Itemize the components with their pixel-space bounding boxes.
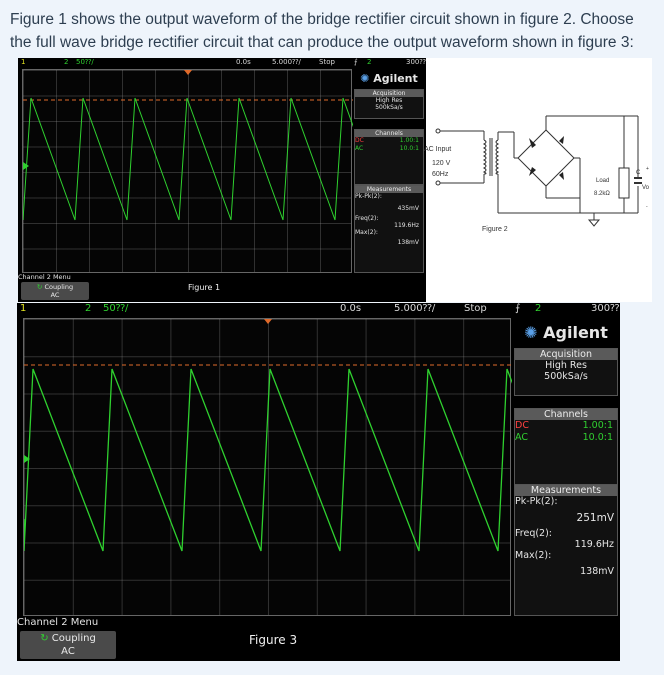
pkpk-label: Pk-Pk(2): [355,193,382,200]
max-label: Max(2): [355,229,378,236]
waveform-grid [23,318,512,616]
acquisition-mode: High Res [375,97,403,104]
waveform-grid [22,69,353,273]
waveform-trace [23,70,353,221]
volts-per-div: 50⁇/ [76,58,94,66]
coupling-value: AC [50,291,60,299]
coupling-label: Coupling [51,633,96,644]
coupling-softkey[interactable]: ↻ Coupling AC [20,631,116,659]
capacitor-label: C [636,170,641,176]
figure-1-caption: Figure 1 [188,283,221,292]
channel-2-indicator: 2 [64,58,69,66]
coupling-dc: DC [355,137,364,144]
oscilloscope-figure-3: 1 2 50⁇/ 0.0s 5.000⁇/ Stop ⨍ 2 300⁇ ✺ Ag… [17,303,620,661]
acquisition-header: Acquisition [515,349,617,360]
coupling-ac: AC [515,432,528,443]
spark-icon: ✺ [360,72,370,85]
rotate-knob-icon: ↻ [36,283,43,291]
time-per-div: 5.000⁇/ [272,58,301,66]
minus-label: - [646,204,648,210]
trigger-level: 300⁇ [591,303,620,314]
oscilloscope-figure-1: 1 2 50⁇/ 0.0s 5.000⁇/ Stop ⨍ 2 300⁇ ✺ Ag… [18,58,426,302]
coupling-value: AC [61,646,75,657]
pkpk-label: Pk-Pk(2): [515,496,558,507]
measurements-header: Measurements [355,186,423,193]
coupling-label: Coupling [44,283,74,291]
run-state: Stop [319,58,335,66]
max-value: 138mV [580,566,614,577]
freq-label: Freq(2): [515,528,553,539]
channels-header: Channels [515,409,617,420]
channel-menu-title: Channel 2 Menu [18,273,118,281]
coupling-dc: DC [515,420,529,431]
time-offset: 0.0s [236,58,251,66]
coupling-ac: AC [355,145,364,152]
measurements-header: Measurements [515,485,617,496]
channel-1-indicator: 1 [20,303,27,314]
trigger-marker-icon [264,319,272,324]
time-offset: 0.0s [340,303,362,314]
spark-icon: ✺ [524,323,538,342]
scope-status-bar: 1 2 50⁇/ 0.0s 5.000⁇/ Stop ⨍ 2 300⁇ [17,303,620,318]
acquisition-box: Acquisition High Res 500kSa/s [514,348,618,396]
sample-rate: 500kSa/s [544,371,588,382]
freq-value: 119.6Hz [394,222,419,229]
run-state: Stop [464,303,487,314]
voltage-label: 120 V [432,160,451,167]
sawtooth-trace [24,368,512,552]
trigger-marker-icon [184,70,192,75]
measurements-box: Measurements Pk-Pk(2): 251mV Freq(2): 11… [514,484,618,616]
pkpk-value: 435mV [397,205,419,212]
max-value: 138mV [397,239,419,246]
figure-2-caption: Figure 2 [482,226,508,233]
rotate-knob-icon: ↻ [40,633,49,644]
time-per-div: 5.000⁇/ [394,303,436,314]
channel-2-indicator: 2 [85,303,92,314]
question-text: Figure 1 shows the output waveform of th… [10,11,634,51]
sample-rate: 500kSa/s [375,104,403,111]
max-label: Max(2): [515,550,552,561]
volts-per-div: 50⁇/ [103,303,129,314]
channels-box: Channels DC 1.00:1 AC 10.0:1 [514,408,618,488]
channel-menu-title: Channel 2 Menu [17,617,167,628]
coupling-softkey[interactable]: ↻ Coupling AC [21,282,89,300]
channel-1-indicator: 1 [21,58,26,66]
trigger-icon: ⨍ [515,303,521,314]
ac-input-label: AC Input [424,146,451,153]
freq-label: Freq(2): [355,215,379,222]
bridge-rectifier-circuit: AC Input 120 V 60Hz Load 8.2kΩ C + Vo - … [424,115,650,233]
figure-3-caption: Figure 3 [249,633,298,647]
trigger-channel: 2 [367,58,372,66]
vo-label: Vo [642,185,650,191]
scope-status-bar: 1 2 50⁇/ 0.0s 5.000⁇/ Stop ⨍ 2 300⁇ [18,58,426,69]
waveform-trace [24,319,512,552]
load-label: Load [596,178,609,184]
probe-ratio-ch2: 10.0:1 [582,432,613,443]
scope-side-panel: ✺ Agilent Acquisition High Res 500kSa/s … [514,318,618,616]
trigger-icon: ⨍ [354,58,358,66]
freq-value: 119.6Hz [574,539,614,550]
plus-label: + [646,166,649,172]
channels-header: Channels [355,130,423,137]
trigger-channel: 2 [535,303,542,314]
probe-ratio-ch1: 1.00:1 [582,420,613,431]
acquisition-mode: High Res [545,360,587,371]
brand-logo: ✺ Agilent [524,323,608,342]
resistance-label: 8.2kΩ [594,191,610,197]
acquisition-header: Acquisition [355,90,423,97]
sawtooth-trace [23,97,353,221]
pkpk-value: 251mV [576,512,614,524]
frequency-label: 60Hz [432,171,449,178]
